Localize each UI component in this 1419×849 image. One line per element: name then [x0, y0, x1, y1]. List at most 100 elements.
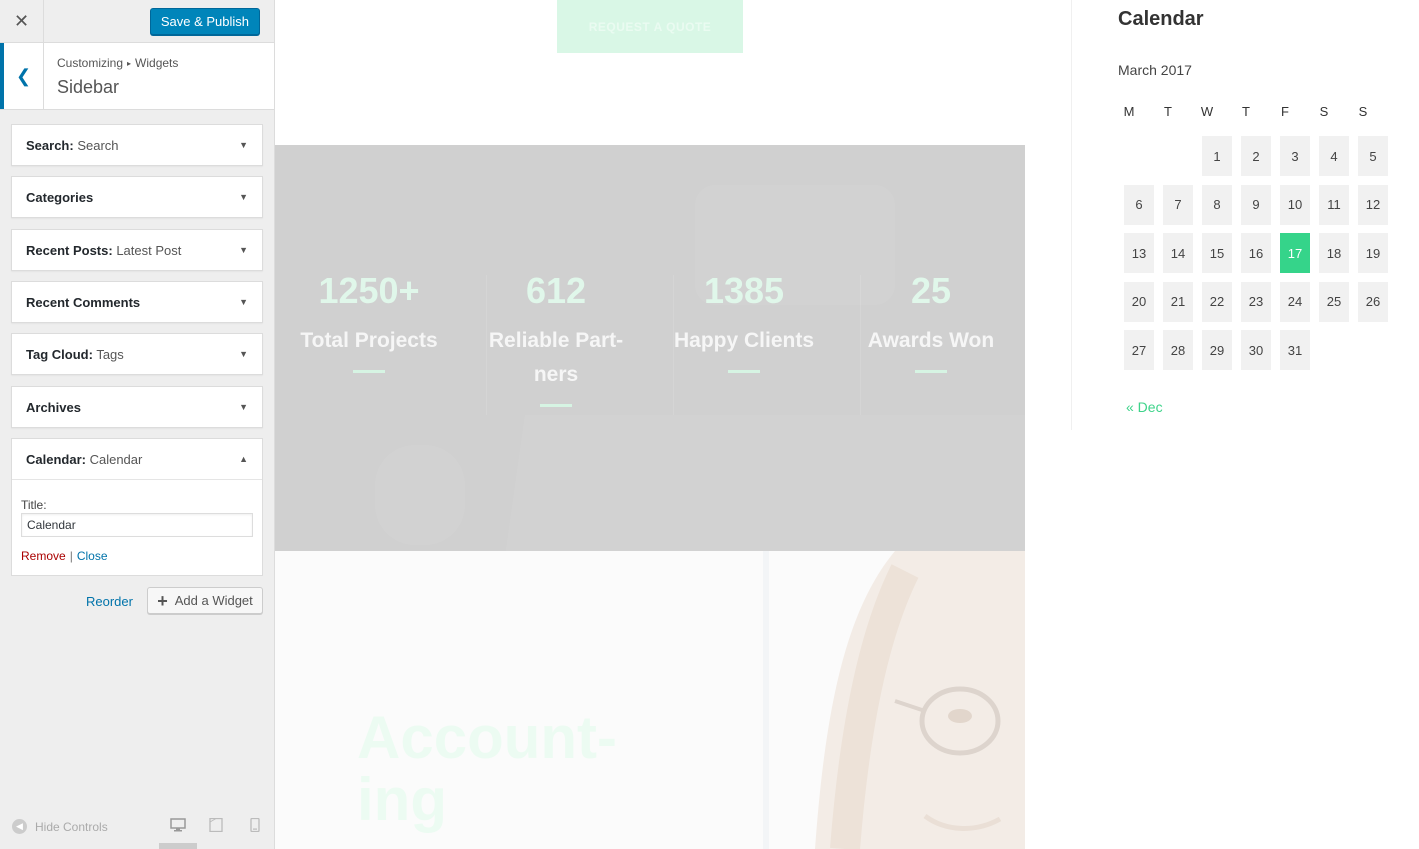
section-title: Sidebar: [57, 77, 120, 97]
widget-name: Search:: [26, 138, 74, 153]
calendar-day: 15: [1202, 233, 1232, 274]
widget-title: Tags: [96, 347, 124, 362]
calendar-day: 9: [1241, 184, 1271, 225]
calendar-heading: Calendar: [1118, 8, 1204, 30]
actions-separator: |: [69, 549, 73, 563]
chevron-left-icon: ❮: [15, 65, 32, 86]
widget-search[interactable]: Search: Search ▼: [11, 124, 263, 166]
calendar-day: 13: [1124, 233, 1154, 274]
widget-name: Categories: [26, 190, 94, 205]
calendar-day: 30: [1241, 330, 1271, 371]
widget-calendar-header[interactable]: Calendar: Calendar ▲: [12, 439, 262, 480]
calendar-weekday: T: [1242, 104, 1250, 119]
calendar-day: 31: [1280, 330, 1310, 371]
stat-label: Awards Won: [867, 329, 995, 352]
stat-underline: [728, 370, 760, 373]
stat-underline: [915, 370, 947, 373]
calendar-day: 1: [1202, 136, 1232, 176]
widget-title: Latest Post: [116, 243, 182, 258]
breadcrumb: Customizing ▸ Widgets: [57, 56, 178, 70]
add-widget-button[interactable]: + Add a Widget: [147, 587, 263, 614]
add-widget-label: Add a Widget: [174, 593, 253, 608]
calendar-day: 29: [1202, 330, 1232, 371]
calendar-day: 18: [1319, 233, 1349, 274]
widget-recent-posts[interactable]: Recent Posts: Latest Post ▼: [11, 229, 263, 271]
calendar-day: 2: [1241, 136, 1271, 176]
widget-name: Archives: [26, 400, 81, 415]
caret-up-icon[interactable]: ▲: [239, 454, 248, 464]
calendar-weekday: S: [1319, 104, 1329, 119]
stat-underline: [353, 370, 385, 373]
customizer-footer: ◀ Hide Controls: [0, 805, 274, 849]
hide-controls-label: Hide Controls: [35, 819, 108, 834]
widget-archives[interactable]: Archives ▼: [11, 386, 263, 428]
stat-number: 25: [910, 270, 952, 311]
calendar-day: 5: [1358, 136, 1388, 176]
customizer-panel: ✕ Save & Publish ❮ Customizing ▸ Widgets S…: [0, 0, 275, 849]
save-publish-button[interactable]: Save & Publish: [149, 8, 260, 35]
caret-down-icon[interactable]: ▼: [239, 402, 248, 412]
calendar-weekday: S: [1358, 104, 1368, 119]
stat-label: Total Projects: [300, 329, 438, 352]
caret-down-icon[interactable]: ▼: [239, 349, 248, 359]
widget-actions: Remove | Close: [21, 549, 108, 563]
mobile-preview-icon[interactable]: [247, 818, 263, 832]
calendar-weekday: W: [1200, 104, 1214, 119]
widget-tag-cloud[interactable]: Tag Cloud: Tags ▼: [11, 333, 263, 375]
widget-name: Calendar:: [26, 452, 86, 467]
tablet-preview-icon[interactable]: [208, 818, 224, 832]
close-customizer-button[interactable]: ✕: [0, 0, 44, 42]
calendar-day: 27: [1124, 330, 1154, 371]
calendar-day: 8: [1202, 184, 1232, 225]
calendar-day: 11: [1319, 184, 1349, 225]
stat-label: Reliable Part- ners: [488, 329, 624, 386]
request-quote-button[interactable]: REQUEST A QUOTE: [557, 0, 743, 53]
widget-name: Recent Posts:: [26, 243, 113, 258]
title-input[interactable]: [21, 513, 253, 537]
calendar-day: 24: [1280, 281, 1310, 322]
accounting-heading: Account- ing: [357, 704, 617, 833]
calendar-day: 12: [1358, 184, 1388, 225]
breadcrumb-separator-icon: ▸: [127, 59, 132, 68]
calendar-prev-month-link[interactable]: « Dec: [1126, 399, 1163, 415]
accounting-section: Account- ing: [275, 551, 1025, 849]
calendar-day: 25: [1319, 281, 1349, 322]
desktop-preview-icon[interactable]: [170, 818, 186, 832]
widget-title: Calendar: [89, 452, 143, 467]
calendar-day: 20: [1124, 281, 1154, 322]
calendar-day: 3: [1280, 136, 1310, 176]
person-photo: [815, 551, 1025, 849]
calendar-day: 4: [1319, 136, 1349, 176]
caret-down-icon[interactable]: ▼: [239, 297, 248, 307]
stat-label: Happy Clients: [673, 329, 815, 352]
active-device-indicator: [159, 843, 197, 849]
stat-number: 612: [525, 270, 587, 311]
calendar-day: 7: [1163, 184, 1193, 225]
widget-name: Recent Comments: [26, 295, 141, 310]
plus-icon: +: [157, 590, 168, 611]
remove-link[interactable]: Remove: [21, 549, 66, 563]
caret-down-icon[interactable]: ▼: [239, 140, 248, 150]
back-button[interactable]: ❮: [0, 43, 44, 109]
calendar-weekday: M: [1123, 104, 1135, 119]
calendar-day: 10: [1280, 184, 1310, 225]
customizer-header: ✕ Save & Publish: [0, 0, 274, 43]
calendar-day: 16: [1241, 233, 1271, 274]
widget-categories[interactable]: Categories ▼: [11, 176, 263, 218]
calendar-day: 28: [1163, 330, 1193, 371]
stat-underline: [540, 404, 572, 407]
calendar-day: 21: [1163, 281, 1193, 322]
widget-calendar: Calendar: Calendar ▲ Title: Remove| Close: [11, 438, 263, 576]
hide-controls-button[interactable]: ◀ Hide Controls: [12, 819, 108, 834]
caret-down-icon[interactable]: ▼: [239, 245, 248, 255]
calendar-day: 19: [1358, 233, 1388, 274]
reorder-link[interactable]: Reorder: [86, 594, 133, 609]
widget-name: Tag Cloud:: [26, 347, 93, 362]
calendar-day: 14: [1163, 233, 1193, 274]
close-link[interactable]: Close: [77, 549, 108, 563]
stat-awards-won: 25 Awards Won: [837, 270, 1025, 373]
widget-recent-comments[interactable]: Recent Comments ▼: [11, 281, 263, 323]
stat-number: 1250+: [318, 270, 420, 311]
breadcrumb-root: Customizing: [57, 56, 124, 70]
caret-down-icon[interactable]: ▼: [239, 192, 248, 202]
